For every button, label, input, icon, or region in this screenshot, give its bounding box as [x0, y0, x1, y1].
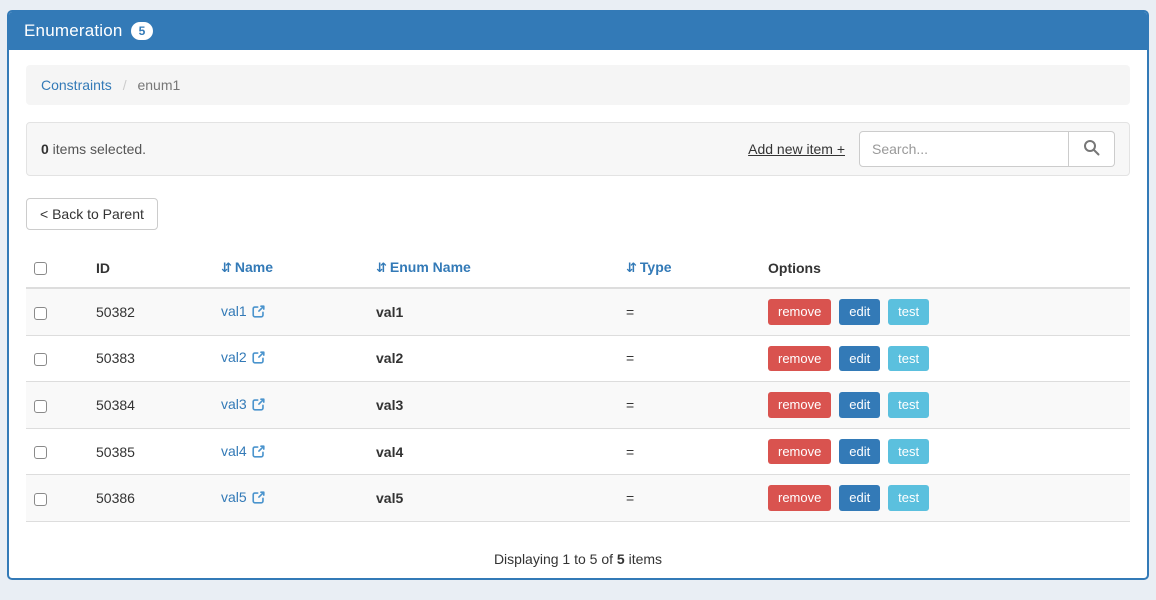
column-header-options: Options	[760, 250, 1130, 288]
cell-id: 50384	[88, 382, 213, 429]
cell-type: =	[618, 288, 760, 335]
external-link-icon	[252, 351, 265, 367]
cell-enum-name: val2	[368, 335, 618, 382]
breadcrumb: Constraints / enum1	[26, 65, 1130, 105]
selected-count: 0	[41, 141, 49, 157]
cell-id: 50385	[88, 428, 213, 475]
edit-button[interactable]: edit	[839, 346, 880, 372]
toolbar: 0 items selected. Add new item +	[26, 122, 1130, 176]
cell-options: remove edit test	[760, 288, 1130, 335]
cell-type: =	[618, 335, 760, 382]
cell-type: =	[618, 475, 760, 522]
row-name-link[interactable]: val4	[221, 443, 247, 459]
panel-body: Constraints / enum1 0 items selected. Ad…	[9, 50, 1147, 578]
column-header-enum-name[interactable]: ⇵Enum Name	[368, 250, 618, 288]
external-link-icon	[252, 491, 265, 507]
external-link-icon	[252, 398, 265, 414]
breadcrumb-link-constraints[interactable]: Constraints	[41, 77, 112, 93]
edit-button[interactable]: edit	[839, 439, 880, 465]
remove-button[interactable]: remove	[768, 485, 831, 511]
edit-button[interactable]: edit	[839, 392, 880, 418]
cell-enum-name: val1	[368, 288, 618, 335]
edit-button[interactable]: edit	[839, 299, 880, 325]
cell-type: =	[618, 428, 760, 475]
table-header-row: ID ⇵Name ⇵Enum Name ⇵Type Options	[26, 250, 1130, 288]
select-all-checkbox[interactable]	[34, 262, 47, 275]
column-header-id: ID	[88, 250, 213, 288]
cell-enum-name: val3	[368, 382, 618, 429]
test-button[interactable]: test	[888, 392, 929, 418]
remove-button[interactable]: remove	[768, 439, 831, 465]
row-checkbox[interactable]	[34, 353, 47, 366]
external-link-icon	[252, 445, 265, 461]
search-button[interactable]	[1069, 131, 1115, 167]
test-button[interactable]: test	[888, 299, 929, 325]
add-new-item-link[interactable]: Add new item +	[748, 141, 845, 157]
pagination-summary: Displaying 1 to 5 of 5 items	[26, 551, 1130, 567]
row-name-link[interactable]: val1	[221, 303, 247, 319]
breadcrumb-separator: /	[123, 77, 127, 93]
test-button[interactable]: test	[888, 485, 929, 511]
cell-id: 50386	[88, 475, 213, 522]
cell-options: remove edit test	[760, 475, 1130, 522]
count-badge: 5	[131, 22, 154, 40]
table-row: 50382 val1 val1 = remove edit test	[26, 288, 1130, 335]
cell-options: remove edit test	[760, 382, 1130, 429]
row-checkbox[interactable]	[34, 400, 47, 413]
edit-button[interactable]: edit	[839, 485, 880, 511]
sort-icon: ⇵	[626, 260, 637, 275]
remove-button[interactable]: remove	[768, 299, 831, 325]
column-header-type[interactable]: ⇵Type	[618, 250, 760, 288]
back-to-parent-button[interactable]: < Back to Parent	[26, 198, 158, 230]
breadcrumb-current: enum1	[137, 77, 180, 93]
row-checkbox[interactable]	[34, 307, 47, 320]
selected-label: items selected.	[49, 141, 146, 157]
cell-id: 50383	[88, 335, 213, 382]
panel-header: Enumeration 5	[9, 12, 1147, 50]
row-checkbox[interactable]	[34, 446, 47, 459]
enumeration-panel: Enumeration 5 Constraints / enum1 0 item…	[7, 10, 1149, 580]
cell-name: val5	[213, 475, 368, 522]
test-button[interactable]: test	[888, 346, 929, 372]
table-row: 50384 val3 val3 = remove edit test	[26, 382, 1130, 429]
remove-button[interactable]: remove	[768, 346, 831, 372]
page-title: Enumeration	[24, 21, 123, 41]
search-input[interactable]	[859, 131, 1069, 167]
table-row: 50385 val4 val4 = remove edit test	[26, 428, 1130, 475]
total-count: 5	[617, 551, 625, 567]
sort-icon: ⇵	[221, 260, 232, 275]
sort-icon: ⇵	[376, 260, 387, 275]
cell-enum-name: val4	[368, 428, 618, 475]
external-link-icon	[252, 305, 265, 321]
selected-items-status: 0 items selected.	[41, 141, 146, 157]
row-name-link[interactable]: val3	[221, 396, 247, 412]
row-name-link[interactable]: val5	[221, 489, 247, 505]
cell-type: =	[618, 382, 760, 429]
toolbar-right: Add new item +	[748, 131, 1115, 167]
table-row: 50386 val5 val5 = remove edit test	[26, 475, 1130, 522]
cell-options: remove edit test	[760, 428, 1130, 475]
row-name-link[interactable]: val2	[221, 349, 247, 365]
column-header-name[interactable]: ⇵Name	[213, 250, 368, 288]
cell-id: 50382	[88, 288, 213, 335]
remove-button[interactable]: remove	[768, 392, 831, 418]
cell-name: val3	[213, 382, 368, 429]
search-icon	[1083, 139, 1100, 159]
cell-name: val4	[213, 428, 368, 475]
cell-enum-name: val5	[368, 475, 618, 522]
cell-name: val2	[213, 335, 368, 382]
table-row: 50383 val2 val2 = remove edit test	[26, 335, 1130, 382]
search-group	[859, 131, 1115, 167]
row-checkbox[interactable]	[34, 493, 47, 506]
constraints-table: ID ⇵Name ⇵Enum Name ⇵Type Options 50382 …	[26, 250, 1130, 522]
test-button[interactable]: test	[888, 439, 929, 465]
cell-options: remove edit test	[760, 335, 1130, 382]
cell-name: val1	[213, 288, 368, 335]
